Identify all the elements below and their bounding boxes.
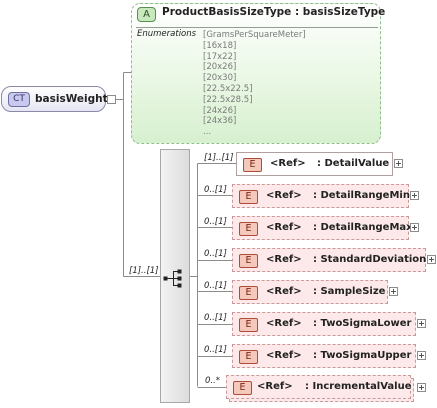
element-ref-label: <Ref>: [266, 286, 302, 297]
attribute-title: ProductBasisSizeType : basisSizeType: [162, 6, 386, 18]
enumeration-item: [GramsPerSquareMeter]: [203, 30, 306, 40]
enumeration-item: [24x36]: [203, 116, 237, 127]
element-ref-label: <Ref>: [270, 158, 306, 169]
collapse-toggle[interactable]: [107, 95, 116, 104]
element-cardinality: 0..[1]: [204, 185, 227, 195]
element-ref-sample-size[interactable]: E <Ref> : SampleSize: [232, 280, 388, 304]
complex-type-node[interactable]: CT basisWeight: [1, 86, 108, 112]
element-cardinality: 0..[1]: [204, 249, 227, 259]
element-badge: E: [233, 381, 252, 395]
complex-type-name: basisWeight: [35, 93, 108, 105]
element-ref-detail-value[interactable]: E <Ref> : DetailValue: [236, 152, 393, 176]
element-badge: E: [239, 350, 258, 364]
element-ref-two-sigma-lower[interactable]: E <Ref> : TwoSigmaLower: [232, 312, 416, 336]
enumeration-item: [24x26]: [203, 105, 237, 116]
element-ref-label: <Ref>: [266, 254, 302, 265]
enumerations-list: [GramsPerSquareMeter] [16x18] [17x22] [2…: [203, 30, 306, 138]
expand-toggle[interactable]: [417, 383, 426, 392]
element-cardinality: [1]..[1]: [204, 153, 234, 163]
element-ref-label: <Ref>: [266, 318, 302, 329]
element-badge: E: [239, 286, 258, 300]
element-ref-two-sigma-upper[interactable]: E <Ref> : TwoSigmaUpper: [232, 344, 416, 368]
expand-toggle[interactable]: [394, 159, 403, 168]
element-name: : DetailRangeMax: [313, 222, 413, 233]
element-name: : StandardDeviation: [313, 254, 427, 265]
element-badge: E: [239, 222, 258, 236]
enumerations-label: Enumerations: [137, 29, 197, 39]
expand-toggle[interactable]: [417, 319, 426, 328]
enumeration-item: [22.5x22.5]: [203, 83, 253, 94]
attribute-divider: [136, 27, 378, 28]
complex-type-badge: CT: [8, 92, 30, 107]
element-ref-detail-range-min[interactable]: E <Ref> : DetailRangeMin: [232, 184, 410, 208]
element-ref-label: <Ref>: [266, 350, 302, 361]
element-name: : DetailRangeMin: [313, 190, 410, 201]
element-cardinality: 0..[1]: [204, 281, 227, 291]
enumeration-item: [17x22]: [203, 51, 237, 62]
enumeration-item: [16x18]: [203, 40, 237, 51]
enumeration-item: [22.5x28.5]: [203, 94, 253, 105]
element-name: : SampleSize: [313, 286, 386, 297]
element-ref-detail-range-max[interactable]: E <Ref> : DetailRangeMax: [232, 216, 413, 240]
element-cardinality: 0..*: [205, 376, 221, 386]
enumeration-item: ...: [203, 127, 212, 138]
enumeration-item: [20x30]: [203, 73, 237, 84]
element-cardinality: 0..[1]: [204, 217, 227, 227]
element-name: : IncrementalValue: [305, 381, 412, 392]
attribute-header: A ProductBasisSizeType : basisSizeType: [133, 5, 385, 23]
element-ref-label: <Ref>: [266, 190, 302, 201]
sequence-compositor[interactable]: [160, 149, 190, 403]
expand-toggle[interactable]: [410, 191, 419, 200]
expand-toggle[interactable]: [417, 351, 426, 360]
element-badge: E: [239, 254, 258, 268]
element-name: : TwoSigmaUpper: [313, 350, 412, 361]
element-cardinality: 0..[1]: [204, 345, 227, 355]
element-badge: E: [239, 318, 258, 332]
sequence-cardinality: [1]..[1]: [129, 266, 159, 276]
sequence-icon: [163, 269, 182, 288]
enumeration-item: [20x26]: [203, 62, 237, 73]
element-cardinality: 0..[1]: [204, 313, 227, 323]
expand-toggle[interactable]: [410, 223, 419, 232]
expand-toggle[interactable]: [427, 255, 436, 264]
element-ref-label: <Ref>: [266, 222, 302, 233]
element-badge: E: [243, 158, 262, 172]
element-ref-incremental-value[interactable]: E <Ref> : IncrementalValue: [226, 375, 412, 399]
element-name: : TwoSigmaLower: [313, 318, 412, 329]
element-badge: E: [239, 190, 258, 204]
attribute-badge: A: [137, 7, 156, 22]
element-ref-label: <Ref>: [257, 381, 293, 392]
element-ref-standard-deviation[interactable]: E <Ref> : StandardDeviation: [232, 248, 426, 272]
expand-toggle[interactable]: [389, 287, 398, 296]
element-name: : DetailValue: [317, 158, 390, 169]
